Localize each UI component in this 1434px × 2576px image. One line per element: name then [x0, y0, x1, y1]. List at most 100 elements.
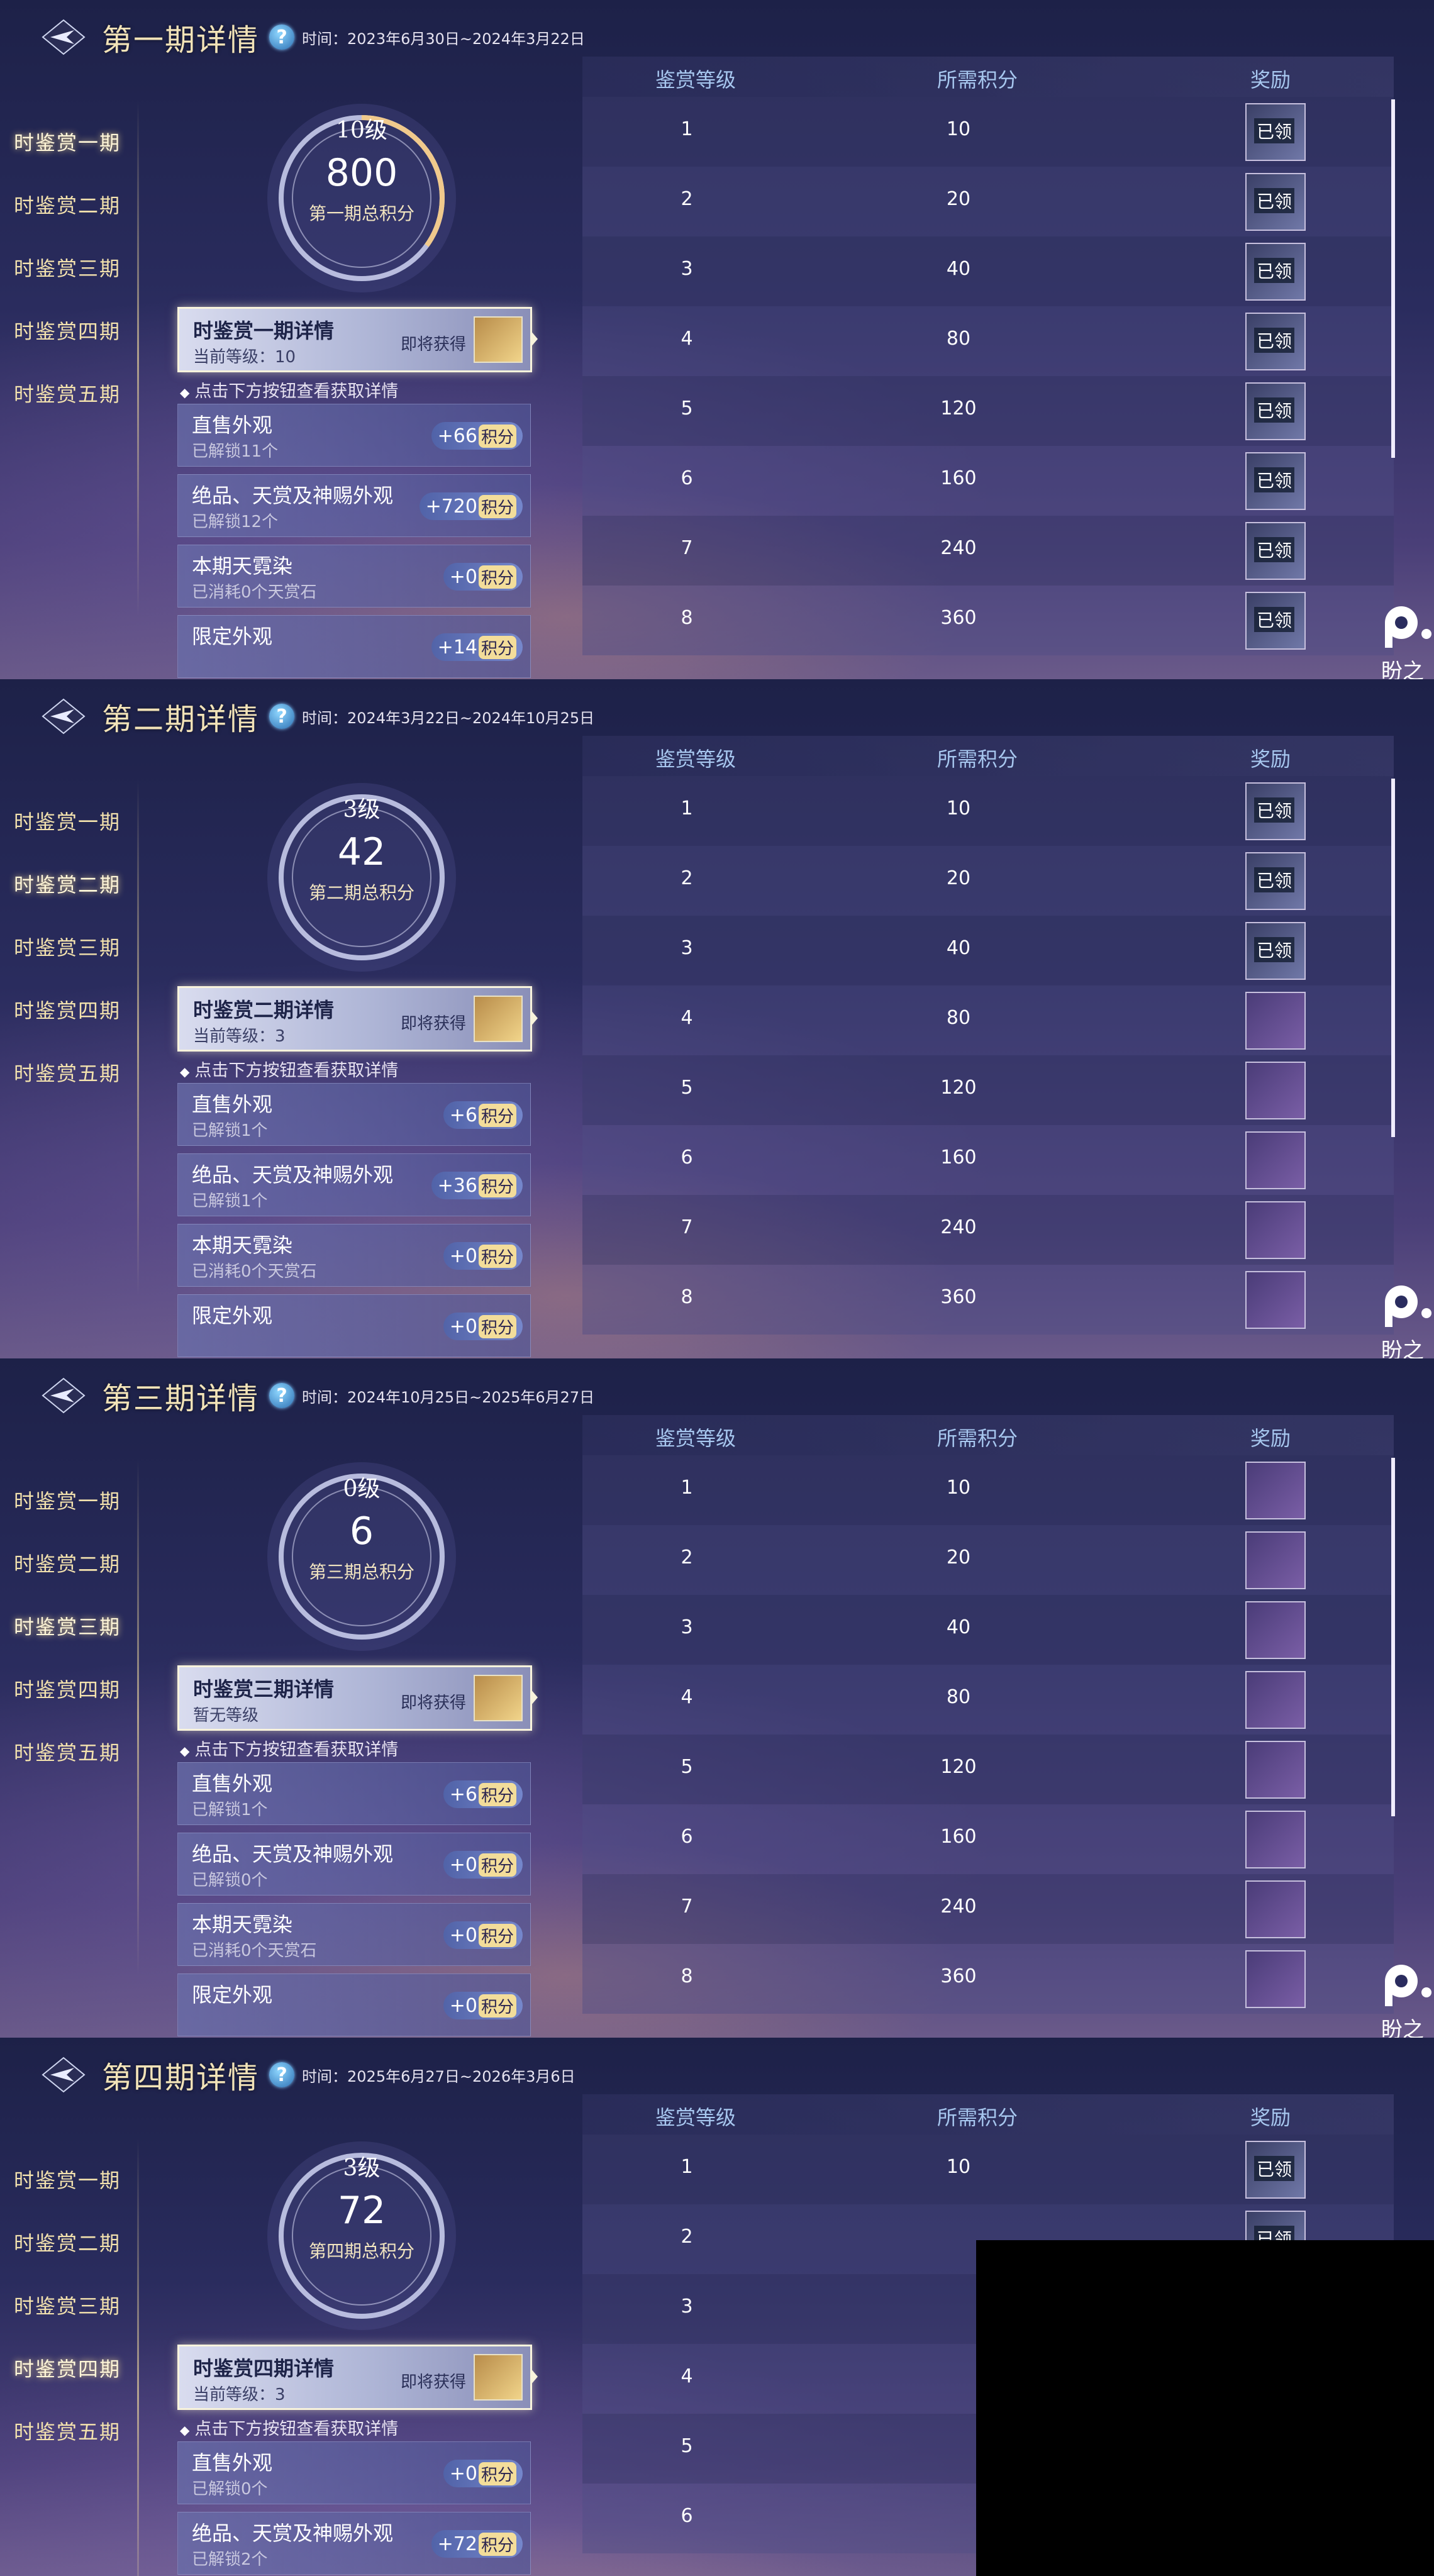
score-source-row[interactable]: 限定外观 +0 积分 [177, 1294, 531, 1357]
nav-item-period-2[interactable]: 时鉴赏二期 [0, 1531, 140, 1594]
level-reward-table: 鉴赏等级 所需积分 奖励 1 10 已领 2 20 已领 3 40 已领 4 80 5 120 6 160 7 240… [582, 736, 1394, 1335]
points-unit: 积分 [478, 1314, 516, 1338]
points-value: +0 [449, 565, 477, 588]
nav-item-period-1[interactable]: 时鉴赏一期 [0, 1468, 140, 1531]
points-badge: +36 积分 [431, 1172, 523, 1199]
help-icon[interactable]: ? [269, 704, 295, 729]
reward-icon[interactable] [1245, 1062, 1306, 1119]
reward-icon[interactable] [1245, 1601, 1306, 1659]
row-points: 160 [940, 467, 977, 489]
period-detail-card[interactable]: 时鉴赏二期详情 当前等级：3 即将获得 [177, 986, 538, 1052]
nav-item-period-3[interactable]: 时鉴赏三期 [0, 236, 140, 299]
nav-item-period-5[interactable]: 时鉴赏五期 [0, 1041, 140, 1104]
total-score-ring: 3级 72 第四期总积分 [264, 2138, 459, 2333]
table-scrollbar[interactable] [1391, 779, 1395, 1137]
score-source-row[interactable]: 直售外观 已解锁0个 +0 积分 [177, 2441, 531, 2504]
nav-item-period-2[interactable]: 时鉴赏二期 [0, 2211, 140, 2273]
detail-current-level: 当前等级：10 [193, 348, 296, 367]
nav-item-period-4[interactable]: 时鉴赏四期 [0, 2336, 140, 2399]
reward-icon[interactable] [1245, 1201, 1306, 1259]
reward-icon[interactable]: 已领 [1245, 103, 1306, 161]
score-source-row[interactable]: 限定外观 +0 积分 [177, 1974, 531, 2036]
back-button[interactable] [42, 2057, 86, 2093]
reward-icon[interactable]: 已领 [1245, 382, 1306, 440]
reward-icon[interactable]: 已领 [1245, 2141, 1306, 2199]
nav-item-period-5[interactable]: 时鉴赏五期 [0, 1720, 140, 1783]
score-source-row[interactable]: 直售外观 已解锁11个 +66 积分 [177, 404, 531, 467]
table-scrollbar[interactable] [1391, 99, 1395, 458]
header-level: 鉴赏等级 [655, 1426, 736, 1450]
header-level: 鉴赏等级 [655, 747, 736, 771]
row-level: 2 [681, 867, 693, 889]
level-reward-table: 鉴赏等级 所需积分 奖励 1 10 2 20 3 40 4 80 5 120 6 160 7 240 8 360 [582, 1415, 1394, 2014]
nav-item-period-4[interactable]: 时鉴赏四期 [0, 978, 140, 1041]
score-source-row[interactable]: 绝品、天赏及神赐外观 已解锁1个 +36 积分 [177, 1153, 531, 1216]
reward-icon[interactable] [1245, 1531, 1306, 1589]
score-source-row[interactable]: 绝品、天赏及神赐外观 已解锁2个 +72 积分 [177, 2512, 531, 2575]
period-detail-card[interactable]: 时鉴赏三期详情 暂无等级 即将获得 [177, 1665, 538, 1731]
reward-icon[interactable]: 已领 [1245, 592, 1306, 650]
back-button[interactable] [42, 698, 86, 735]
nav-item-period-4[interactable]: 时鉴赏四期 [0, 299, 140, 362]
nav-item-period-4[interactable]: 时鉴赏四期 [0, 1657, 140, 1720]
nav-item-period-1[interactable]: 时鉴赏一期 [0, 789, 140, 852]
score-source-row[interactable]: 本期天霓染 已消耗0个天赏石 +0 积分 [177, 1224, 531, 1287]
reward-icon[interactable] [1245, 1950, 1306, 2008]
score-source-title: 本期天霓染 [192, 1913, 293, 1936]
reward-icon[interactable] [1245, 1741, 1306, 1799]
score-source-row[interactable]: 直售外观 已解锁1个 +6 积分 [177, 1083, 531, 1146]
table-row: 1 10 已领 [582, 776, 1394, 846]
header-points: 所需积分 [937, 68, 1018, 92]
help-icon[interactable]: ? [269, 25, 295, 50]
points-badge: +6 积分 [443, 1780, 523, 1808]
nav-item-period-3[interactable]: 时鉴赏三期 [0, 915, 140, 978]
score-source-row[interactable]: 直售外观 已解锁1个 +6 积分 [177, 1762, 531, 1825]
reward-icon[interactable]: 已领 [1245, 313, 1306, 370]
period-detail-card[interactable]: 时鉴赏四期详情 当前等级：3 即将获得 [177, 2345, 538, 2410]
reward-icon[interactable]: 已领 [1245, 173, 1306, 231]
reward-icon[interactable] [1245, 1462, 1306, 1519]
reward-icon[interactable]: 已领 [1245, 243, 1306, 301]
claimed-label: 已领 [1254, 2156, 1295, 2181]
reward-icon[interactable] [1245, 1131, 1306, 1189]
back-button[interactable] [42, 1377, 86, 1414]
reward-icon[interactable]: 已领 [1245, 452, 1306, 510]
nav-item-period-2[interactable]: 时鉴赏二期 [0, 173, 140, 236]
score-source-row[interactable]: 绝品、天赏及神赐外观 已解锁0个 +0 积分 [177, 1833, 531, 1896]
help-icon[interactable]: ? [269, 2062, 295, 2087]
period-time: 时间：2024年10月25日~2025年6月27日 [302, 1388, 595, 1406]
help-icon[interactable]: ? [269, 1383, 295, 1408]
reward-icon[interactable] [1245, 1880, 1306, 1938]
score-source-row[interactable]: 本期天霓染 已消耗0个天赏石 +0 积分 [177, 1903, 531, 1966]
reward-icon[interactable] [1245, 1271, 1306, 1329]
reward-icon[interactable]: 已领 [1245, 522, 1306, 580]
points-unit: 积分 [478, 1923, 516, 1947]
nav-item-period-1[interactable]: 时鉴赏一期 [0, 110, 140, 173]
row-points: 20 [946, 867, 971, 889]
table-scrollbar[interactable] [1391, 1458, 1395, 1816]
points-badge: +0 积分 [443, 1851, 523, 1879]
table-row: 4 80 已领 [582, 306, 1394, 376]
hint-text: ◆ 点击下方按钮查看获取详情 [180, 1057, 398, 1081]
nav-item-period-5[interactable]: 时鉴赏五期 [0, 362, 140, 425]
score-source-row[interactable]: 限定外观 +14 积分 [177, 615, 531, 678]
reward-icon[interactable] [1245, 1811, 1306, 1868]
nav-item-period-3[interactable]: 时鉴赏三期 [0, 1594, 140, 1657]
reward-icon[interactable]: 已领 [1245, 782, 1306, 840]
period-detail-card[interactable]: 时鉴赏一期详情 当前等级：10 即将获得 [177, 307, 538, 372]
back-arrow-icon [42, 2057, 86, 2093]
points-unit: 积分 [478, 565, 516, 589]
score-source-detail: 已解锁1个 [192, 1121, 268, 1140]
reward-icon[interactable] [1245, 1671, 1306, 1729]
reward-icon[interactable] [1245, 992, 1306, 1050]
score-source-row[interactable]: 本期天霓染 已消耗0个天赏石 +0 积分 [177, 545, 531, 608]
nav-item-period-3[interactable]: 时鉴赏三期 [0, 2273, 140, 2336]
nav-item-period-2[interactable]: 时鉴赏二期 [0, 852, 140, 915]
nav-item-period-1[interactable]: 时鉴赏一期 [0, 2148, 140, 2211]
period-time: 时间：2023年6月30日~2024年3月22日 [302, 30, 585, 48]
reward-icon[interactable]: 已领 [1245, 922, 1306, 980]
reward-icon[interactable]: 已领 [1245, 852, 1306, 910]
back-button[interactable] [42, 19, 86, 55]
score-source-row[interactable]: 绝品、天赏及神赐外观 已解锁12个 +720 积分 [177, 474, 531, 537]
nav-item-period-5[interactable]: 时鉴赏五期 [0, 2399, 140, 2462]
